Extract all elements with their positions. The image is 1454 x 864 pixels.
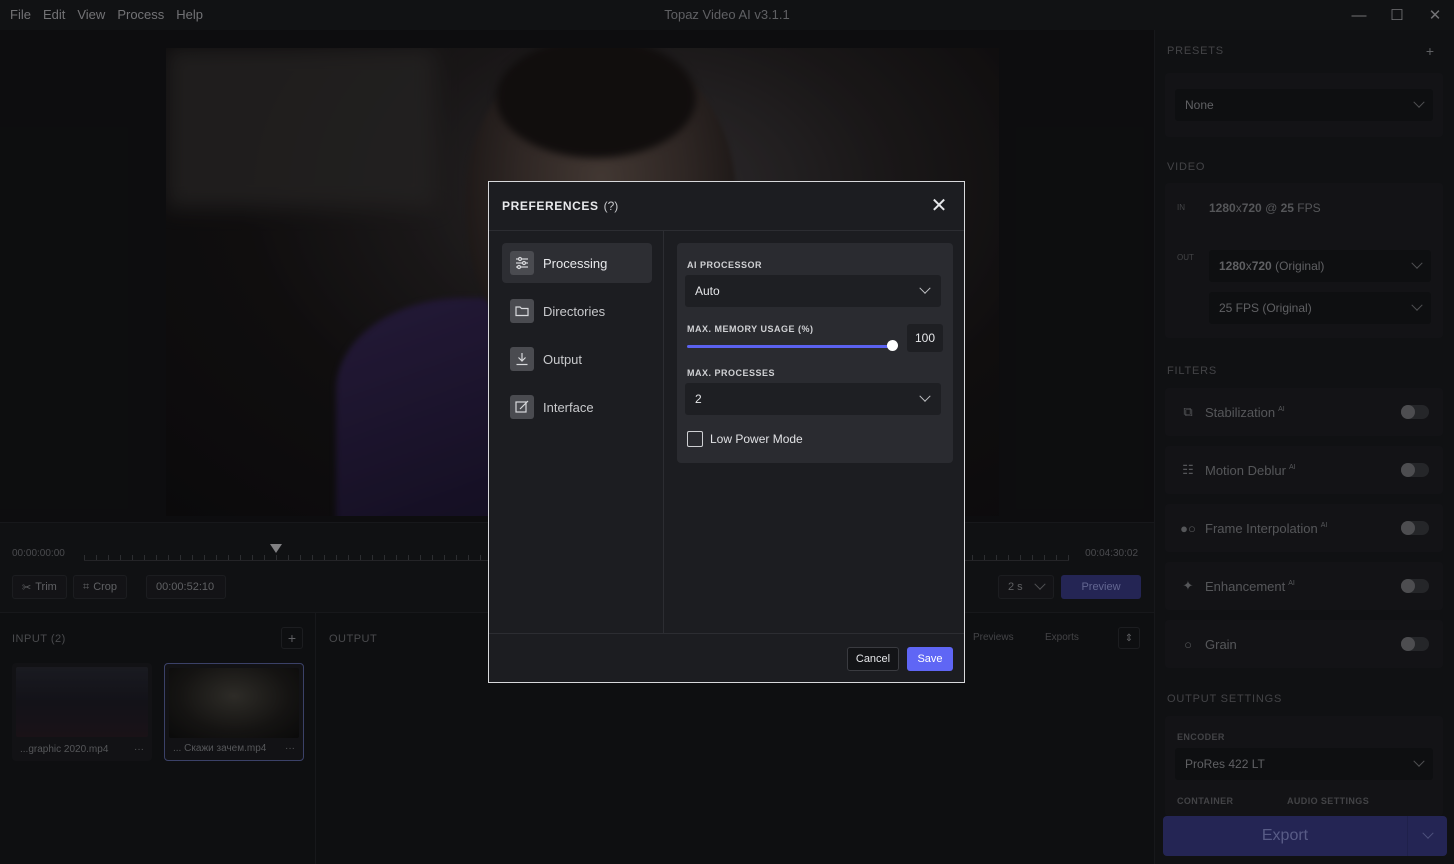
low-power-checkbox[interactable] (687, 431, 703, 447)
edit-icon (510, 395, 534, 419)
max-processes-select[interactable]: 2 (685, 383, 941, 415)
nav-item-interface[interactable]: Interface (502, 387, 652, 427)
nav-item-output[interactable]: Output (502, 339, 652, 379)
max-processes-value: 2 (695, 392, 702, 406)
memory-usage-input[interactable]: 100 (907, 324, 943, 352)
help-link[interactable]: (?) (604, 199, 619, 213)
nav-item-directories[interactable]: Directories (502, 291, 652, 331)
low-power-label[interactable]: Low Power Mode (710, 432, 803, 446)
dialog-header: PREFERENCES (?) ✕ (489, 182, 964, 231)
preferences-nav: Processing Directories Output Interface (489, 231, 664, 633)
memory-usage-label: MAX. MEMORY USAGE (%) (687, 324, 814, 334)
preferences-dialog: PREFERENCES (?) ✕ Processing Directories (488, 181, 965, 683)
ai-processor-select[interactable]: Auto (685, 275, 941, 307)
nav-label: Processing (543, 255, 608, 271)
folder-icon (510, 299, 534, 323)
ai-processor-label: AI PROCESSOR (687, 260, 763, 270)
memory-usage-slider[interactable] (687, 345, 895, 348)
nav-label: Interface (543, 399, 594, 415)
nav-label: Directories (543, 303, 606, 319)
slider-handle[interactable] (887, 340, 898, 351)
processing-card: AI PROCESSOR Auto MAX. MEMORY USAGE (%) … (677, 243, 953, 463)
download-icon (510, 347, 534, 371)
chevron-down-icon (919, 282, 931, 294)
nav-item-processing[interactable]: Processing (502, 243, 652, 283)
dialog-title: PREFERENCES (502, 199, 599, 213)
nav-label: Output (543, 351, 583, 367)
save-button[interactable]: Save (907, 647, 953, 671)
dialog-footer: Cancel Save (489, 633, 964, 682)
processing-settings: AI PROCESSOR Auto MAX. MEMORY USAGE (%) … (665, 231, 964, 633)
chevron-down-icon (919, 390, 931, 402)
ai-processor-value: Auto (695, 284, 720, 298)
topaz-video-ai-window: File Edit View Process Help Topaz Video … (0, 0, 1454, 864)
cancel-button[interactable]: Cancel (847, 647, 899, 671)
close-icon[interactable]: ✕ (930, 196, 948, 216)
max-processes-label: MAX. PROCESSES (687, 368, 776, 378)
sliders-icon (510, 251, 534, 275)
